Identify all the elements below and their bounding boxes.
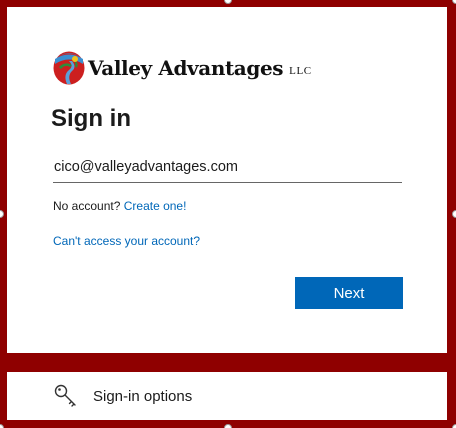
email-field[interactable] (53, 152, 402, 183)
logo-mark-icon (53, 51, 85, 85)
sign-in-options-label: Sign-in options (93, 387, 193, 405)
brand-name: Valley Advantages (88, 56, 284, 80)
resize-handle-left[interactable] (0, 210, 4, 218)
cant-access-link[interactable]: Can't access your account? (53, 234, 200, 248)
brand-suffix: LLC (289, 64, 312, 77)
resize-handle-bottom[interactable] (224, 424, 232, 428)
sign-in-options-button[interactable]: Sign-in options (7, 372, 447, 420)
page-title: Sign in (51, 105, 131, 132)
no-account-label: No account? (53, 199, 121, 213)
no-account-row: No account? Create one! (53, 199, 186, 213)
resize-handle-bottom-left[interactable] (0, 424, 4, 428)
key-icon (54, 384, 76, 407)
company-logo: Valley Advantages LLC (53, 51, 312, 85)
resize-handle-top[interactable] (224, 0, 232, 4)
create-account-link[interactable]: Create one! (124, 199, 187, 213)
resize-handle-right[interactable] (452, 210, 456, 218)
sign-in-card: Valley Advantages LLC Sign in No account… (7, 7, 447, 353)
resize-handle-top-right[interactable] (452, 0, 456, 4)
selection-frame: Valley Advantages LLC Sign in No account… (0, 0, 456, 428)
resize-handle-bottom-right[interactable] (452, 424, 456, 428)
next-button[interactable]: Next (295, 277, 403, 309)
